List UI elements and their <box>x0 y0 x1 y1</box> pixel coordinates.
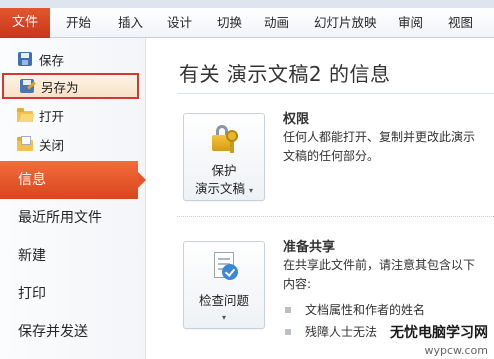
watermark: 无忧电脑学习网 wypcw.com <box>390 322 488 357</box>
save-as-command[interactable]: 另存为 <box>2 73 139 99</box>
title-bar <box>0 0 494 8</box>
chevron-down-icon: ▾ <box>221 313 226 322</box>
tab-insert[interactable]: 插入 <box>118 8 143 38</box>
title-divider <box>177 93 494 94</box>
nav-tab-new[interactable]: 新建 <box>0 237 146 275</box>
inspect-document-icon <box>208 250 240 282</box>
nav-tab-recent[interactable]: 最近所用文件 <box>0 199 146 237</box>
close-file-icon <box>17 136 33 152</box>
save-icon <box>17 51 33 67</box>
watermark-title: 无忧电脑学习网 <box>390 325 488 341</box>
permissions-heading: 权限 <box>283 112 310 127</box>
save-as-label: 另存为 <box>41 79 79 95</box>
page-title: 有关 演示文稿2 的信息 <box>179 62 391 86</box>
list-item: 残障人士无法 <box>285 323 377 340</box>
open-command[interactable]: 打开 <box>2 102 139 128</box>
tab-animations[interactable]: 动画 <box>264 8 289 38</box>
close-label: 关闭 <box>39 137 65 153</box>
nav-tab-info[interactable]: 信息 <box>0 161 146 199</box>
protect-button-line1: 保护 <box>211 163 237 178</box>
bullet-icon <box>285 306 291 313</box>
permissions-description: 任何人都能打开、复制并更改此演示文稿的任何部分。 <box>283 130 476 163</box>
backstage-nav: 保存 另存为 打开 关闭 信息 最近所用文件 新建 打印 保存并发送 <box>0 38 146 359</box>
prepare-description: 在共享此文件前，请注意其包含以下内容: <box>283 258 476 291</box>
tab-home[interactable]: 开始 <box>66 8 91 38</box>
lock-key-icon <box>208 122 240 154</box>
tab-review[interactable]: 审阅 <box>398 8 423 38</box>
close-command[interactable]: 关闭 <box>2 131 139 157</box>
bullet-icon <box>285 328 291 335</box>
prepare-heading: 准备共享 <box>283 240 336 255</box>
save-as-icon <box>19 78 36 94</box>
chevron-down-icon: ▾ <box>248 186 253 195</box>
tab-transitions[interactable]: 切换 <box>217 8 242 38</box>
tab-file[interactable]: 文件 <box>0 8 50 38</box>
tab-design[interactable]: 设计 <box>167 8 192 38</box>
watermark-url: wypcw.com <box>424 344 488 357</box>
tab-slideshow[interactable]: 幻灯片放映 <box>314 8 377 38</box>
list-item: 文档属性和作者的姓名 <box>285 301 425 318</box>
save-label: 保存 <box>39 52 65 68</box>
tab-view[interactable]: 视图 <box>448 8 473 38</box>
check-issues-label: 检查问题 <box>198 293 249 308</box>
info-panel: 有关 演示文稿2 的信息 保护 演示文稿 ▾ 权限 任何人都能打开、复制并更改此… <box>147 38 494 359</box>
nav-tab-print[interactable]: 打印 <box>0 275 146 313</box>
protect-button-line2: 演示文稿 ▾ <box>194 181 253 196</box>
check-issues-button[interactable]: 检查问题 ▾ <box>183 241 265 329</box>
ribbon-tab-bar: 文件 开始 插入 设计 切换 动画 幻灯片放映 审阅 视图 <box>0 8 494 38</box>
save-command[interactable]: 保存 <box>2 46 139 72</box>
nav-tab-save-send[interactable]: 保存并发送 <box>0 313 146 351</box>
protect-presentation-button[interactable]: 保护 演示文稿 ▾ <box>183 113 265 201</box>
open-label: 打开 <box>39 108 65 124</box>
section-divider <box>177 216 494 217</box>
open-folder-icon <box>17 107 33 123</box>
